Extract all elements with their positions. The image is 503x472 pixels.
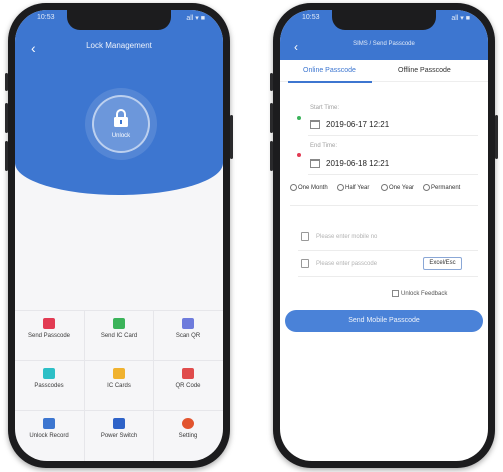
end-dot-icon [297, 153, 301, 157]
radio-circle [337, 184, 344, 191]
calendar-icon [310, 120, 320, 129]
notch [67, 10, 171, 30]
active-tab-indicator [288, 81, 372, 83]
volume-down-button [5, 141, 8, 171]
tab-online-passcode[interactable]: Online Passcode [303, 67, 356, 74]
end-time-label: End Time: [310, 143, 338, 149]
ic-cards-icon [113, 368, 125, 379]
radio-circle [290, 184, 297, 191]
volume-up-button [5, 103, 8, 133]
divider [308, 174, 478, 175]
divider [298, 276, 478, 277]
qr-scan-icon [182, 318, 194, 329]
radio-circle [381, 184, 388, 191]
passcode-input[interactable]: Please enter passcode [316, 261, 377, 267]
grid-divider [15, 410, 223, 411]
grid-label: Send IC Card [100, 333, 138, 339]
grid-label: Scan QR [175, 333, 201, 339]
phone-icon [301, 232, 309, 241]
right-phone: 10:53 all ▾ ■ ‹ SIMS / Send Passcode Onl… [270, 3, 498, 468]
grid-label: Unlock Record [29, 433, 69, 439]
grid-divider [15, 360, 223, 361]
qr-code-icon [182, 368, 194, 379]
unlock-feedback-checkbox[interactable]: Unlock Feedback [392, 290, 447, 297]
radio-circle [423, 184, 430, 191]
unlock-label: Unlock [111, 133, 131, 139]
mobile-input[interactable]: Please enter mobile no [316, 234, 377, 240]
scan-qr-button[interactable]: Scan QR [154, 312, 222, 359]
volume-up-button [270, 103, 273, 133]
radio-one-year[interactable]: One Year [381, 184, 414, 191]
lock-icon [114, 109, 128, 127]
send-passcode-icon [43, 318, 55, 329]
ic-cards-button[interactable]: IC Cards [85, 362, 153, 409]
send-passcode-button[interactable]: Send Mobile Passcode [285, 310, 483, 332]
divider [308, 135, 478, 136]
power-switch-button[interactable]: Power Switch [85, 412, 153, 459]
checkbox-box [392, 290, 399, 297]
start-time-value[interactable]: 2019-06-17 12:21 [326, 120, 389, 129]
unlock-record-button[interactable]: Unlock Record [15, 412, 83, 459]
grid-divider [15, 310, 223, 311]
status-signal: all ▾ ■ [186, 15, 205, 22]
start-time-label: Start Time: [310, 105, 340, 111]
setting-button[interactable]: Setting [154, 412, 222, 459]
page-title: Lock Management [86, 41, 152, 50]
power-switch-icon [113, 418, 125, 429]
passcodes-icon [43, 368, 55, 379]
radio-one-month[interactable]: One Month [290, 184, 328, 191]
send-passcode-button[interactable]: Send Passcode [15, 312, 83, 359]
passcode-icon [301, 259, 309, 268]
unlock-record-icon [43, 418, 55, 429]
radio-label: One Year [389, 185, 415, 192]
radio-label: One Month [298, 185, 328, 192]
grid-label: IC Cards [107, 383, 131, 389]
radio-label: Permanent [431, 185, 461, 192]
page-title: SIMS / Send Passcode [353, 41, 415, 47]
grid-label: Send Passcode [27, 333, 71, 339]
send-ic-card-button[interactable]: Send IC Card [85, 312, 153, 359]
status-signal: all ▾ ■ [451, 15, 470, 22]
grid-label: Setting [178, 433, 198, 439]
qr-code-button[interactable]: QR Code [154, 362, 222, 409]
lock-management-screen: 10:53 all ▾ ■ ‹ Lock Management Unlock S… [15, 10, 223, 461]
mute-switch [270, 73, 273, 91]
passcode-tabs: Online Passcode Offline Passcode [280, 60, 488, 83]
grid-label: QR Code [175, 383, 201, 389]
passcodes-button[interactable]: Passcodes [15, 362, 83, 409]
radio-permanent[interactable]: Permanent [423, 184, 460, 191]
divider [290, 205, 478, 206]
volume-down-button [270, 141, 273, 171]
power-button [495, 115, 498, 159]
status-time: 10:53 [37, 14, 55, 21]
feature-grid: Send Passcode Send IC Card Scan QR Passc… [15, 310, 223, 461]
radio-label: Half Year [345, 185, 370, 192]
duration-options: One Month Half Year One Year Permanent [290, 184, 484, 196]
calendar-icon [310, 159, 320, 168]
power-button [230, 115, 233, 159]
start-dot-icon [297, 116, 301, 120]
status-time: 10:53 [302, 14, 320, 21]
left-phone: 10:53 all ▾ ■ ‹ Lock Management Unlock S… [5, 3, 233, 468]
tab-offline-passcode[interactable]: Offline Passcode [398, 67, 451, 74]
end-time-value[interactable]: 2019-06-18 12:21 [326, 159, 389, 168]
send-passcode-screen: 10:53 all ▾ ■ ‹ SIMS / Send Passcode Onl… [280, 10, 488, 461]
checkbox-label: Unlock Feedback [401, 291, 448, 298]
grid-label: Power Switch [100, 433, 138, 439]
radio-half-year[interactable]: Half Year [337, 184, 369, 191]
mute-switch [5, 73, 8, 91]
divider [298, 250, 478, 251]
ic-card-icon [113, 318, 125, 329]
grid-label: Passcodes [34, 383, 64, 389]
setting-icon [182, 418, 194, 429]
notch [332, 10, 436, 30]
excel-button[interactable]: Excel/Esc [423, 257, 462, 270]
